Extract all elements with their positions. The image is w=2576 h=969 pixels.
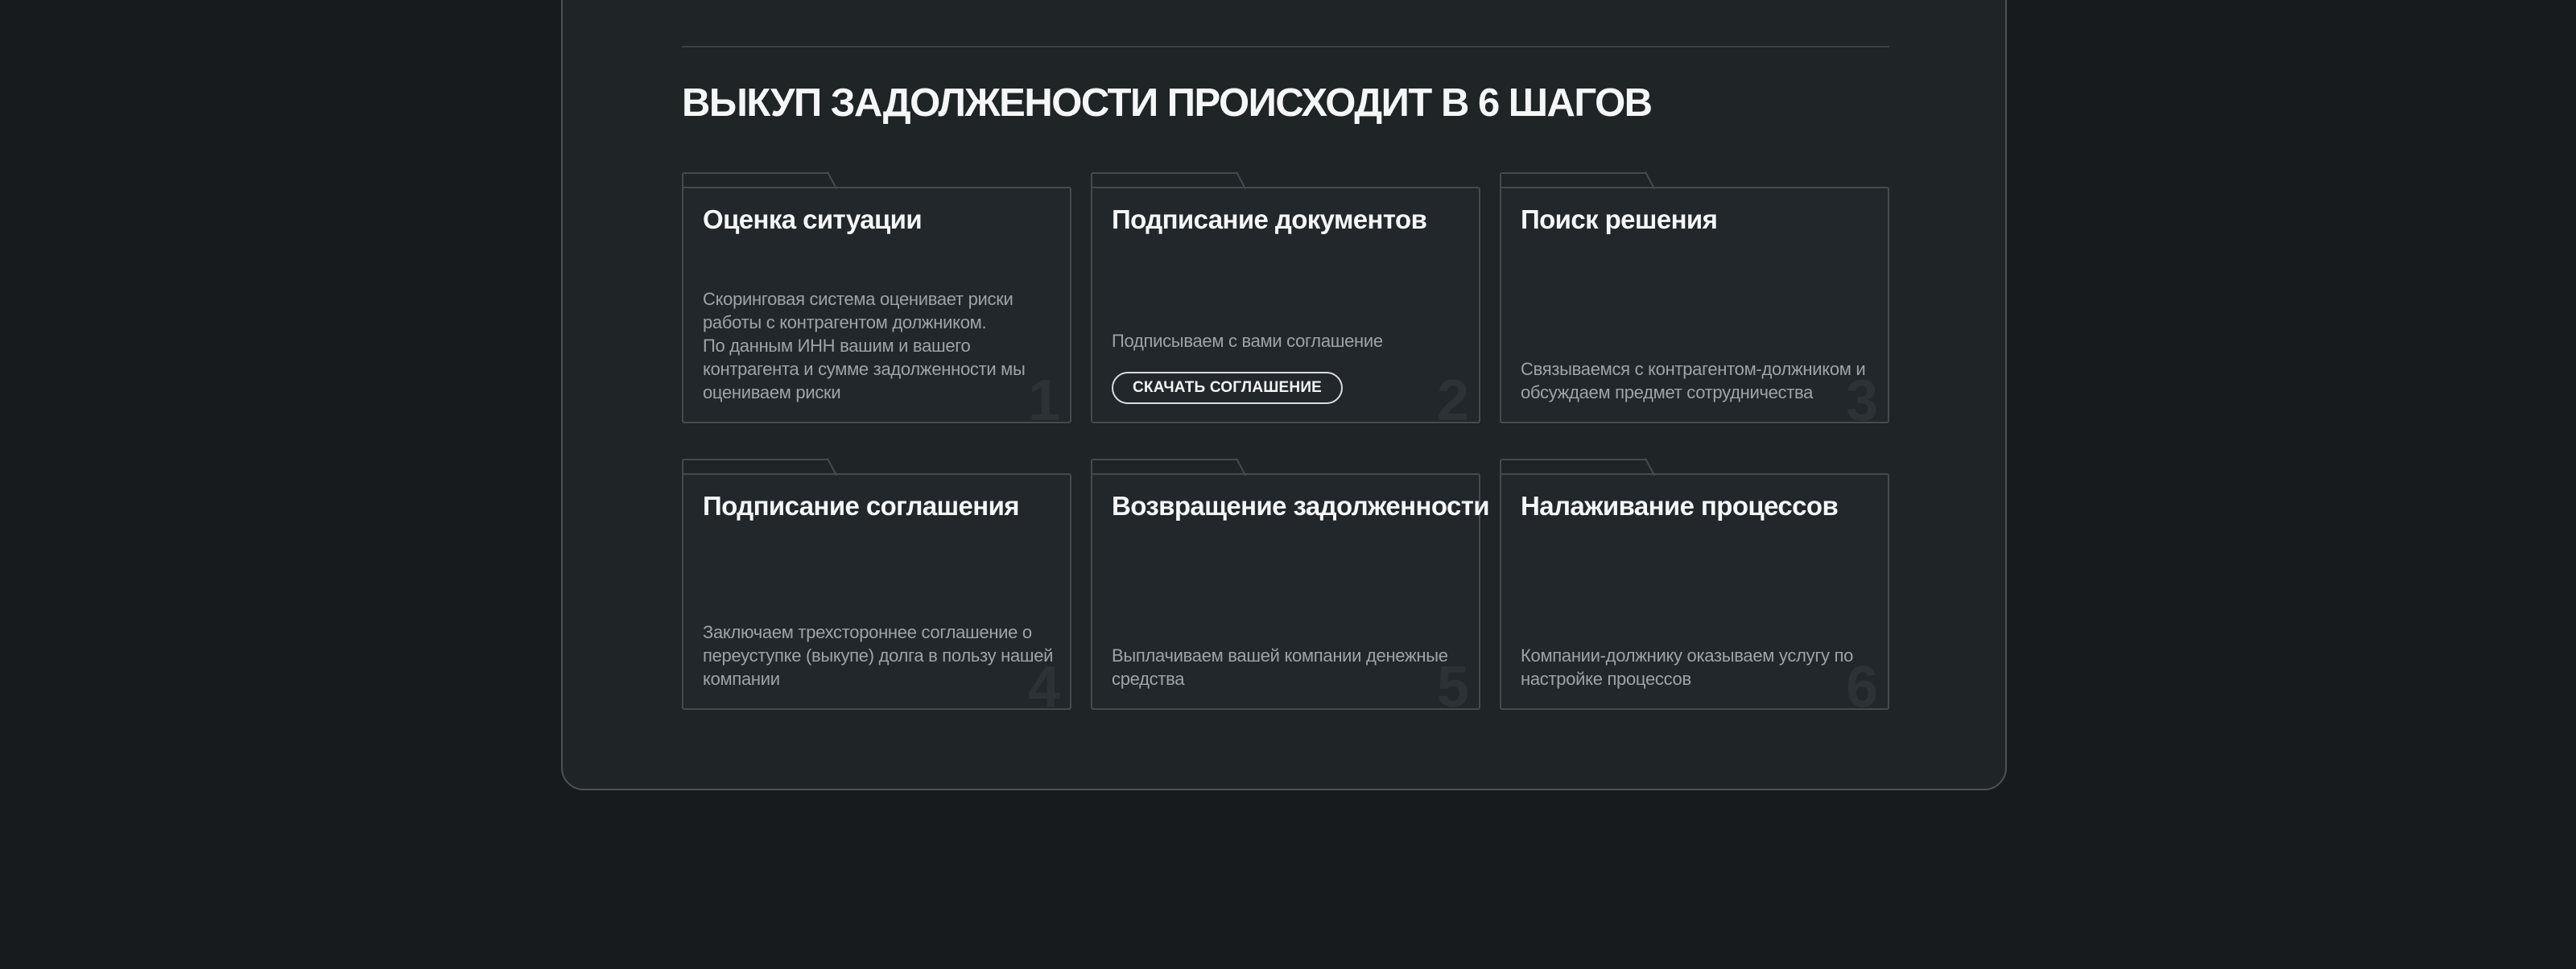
step-number: 3 <box>1845 369 1878 433</box>
step-card-3: Поиск решения Связываемся с контрагентом… <box>1500 172 1889 430</box>
step-description: Связываемся с контрагентом-должником и о… <box>1521 359 1866 402</box>
section-title: ВЫКУП ЗАДОЛЖЕНОСТИ ПРОИСХОДИТ В 6 ШАГОВ <box>682 81 1653 125</box>
step-card-1: Оценка ситуации Скоринговая система оцен… <box>682 172 1071 430</box>
step-description: Подписываем с вами соглашение <box>1112 331 1383 351</box>
step-description: Скоринговая система оценивает риски рабо… <box>703 289 1026 402</box>
step-number: 1 <box>1027 369 1060 433</box>
step-title: Оценка ситуации <box>703 204 923 234</box>
step-title: Подписание соглашения <box>703 491 1020 521</box>
step-number: 5 <box>1436 655 1469 720</box>
step-card-6: Налаживание процессов Компании-должнику … <box>1500 459 1889 716</box>
step-number: 6 <box>1845 655 1878 720</box>
step-title: Возвращение задолженности <box>1112 491 1490 521</box>
step-number: 2 <box>1436 369 1469 433</box>
step-title: Подписание документов <box>1112 204 1427 234</box>
step-title: Поиск решения <box>1521 204 1718 234</box>
download-agreement-button[interactable]: СКАЧАТЬ СОГЛАШЕНИЕ <box>1112 372 1344 404</box>
step-card-2: Подписание документов Подписываем с вами… <box>1091 172 1480 430</box>
step-number: 4 <box>1027 655 1060 720</box>
section-divider <box>682 46 1889 47</box>
step-title: Налаживание процессов <box>1521 491 1839 521</box>
step-description: Заключаем трехстороннее соглашение о пер… <box>703 622 1054 689</box>
step-description: Компании-должнику оказываем услугу по на… <box>1521 645 1854 689</box>
step-card-5: Возвращение задолженности Выплачиваем ва… <box>1091 459 1490 716</box>
steps-panel: ВЫКУП ЗАДОЛЖЕНОСТИ ПРОИСХОДИТ В 6 ШАГОВ … <box>561 0 2007 790</box>
step-description: Выплачиваем вашей компании денежные сред… <box>1112 645 1448 689</box>
step-card-4: Подписание соглашения Заключаем трехстор… <box>682 459 1071 716</box>
